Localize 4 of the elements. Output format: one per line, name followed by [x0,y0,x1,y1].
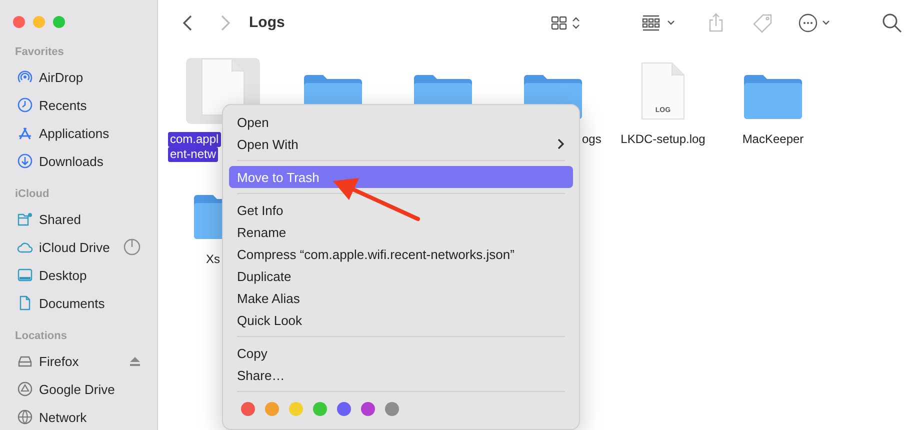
section-header: Locations [14,329,67,343]
section-header: Favorites [14,45,64,59]
section-header: iCloud [14,187,50,201]
window-title: Logs [249,14,285,31]
